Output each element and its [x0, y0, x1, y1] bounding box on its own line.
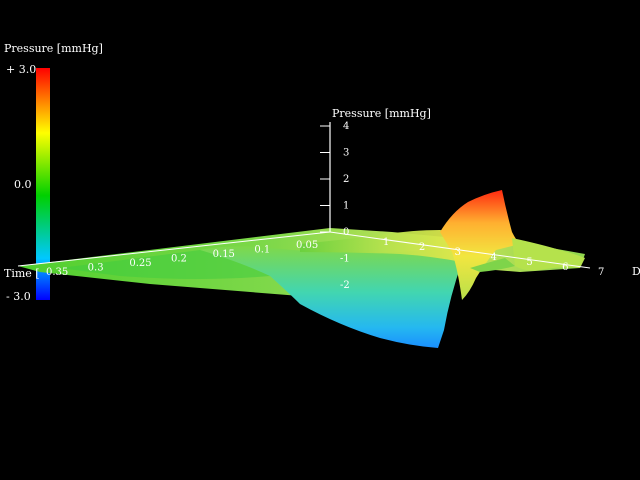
surface-trough [200, 246, 470, 348]
z-axis-tick-label: 0 [343, 227, 349, 238]
time-axis-tick-label: 0.15 [213, 249, 235, 260]
z-axis-tick-label: 1 [343, 201, 349, 212]
distance-axis-tick-label: 5 [526, 257, 532, 268]
time-axis-tick-label: 0.1 [254, 245, 270, 256]
time-axis-tick-label: 0.05 [296, 240, 318, 251]
distance-axis-tick-label: 2 [419, 242, 425, 253]
distance-axis-tick-label: 4 [491, 252, 497, 263]
z-axis-tick-label: -2 [340, 280, 350, 291]
z-tick-marks [320, 125, 330, 233]
distance-axis-tick-label: 6 [562, 262, 568, 273]
time-axis-tick-label: 0.25 [129, 258, 151, 269]
colorbar-max-label: + 3.0 [6, 63, 36, 76]
z-axis-tick-label: 2 [343, 174, 349, 185]
colorbar-title: Pressure [mmHg] [4, 42, 103, 55]
time-axis-tick-label: 0.3 [88, 263, 104, 274]
distance-axis-tick-label: 1 [383, 237, 389, 248]
distance-axis-tick-label: 3 [455, 247, 461, 258]
z-axis-tick-label: 3 [343, 148, 349, 159]
z-axis-tick-label: -1 [340, 254, 350, 265]
colorbar-mid-label: 0.0 [14, 178, 32, 191]
surface-plot: Pressure [mmHg] + 3.0 0.0 - 3.0 4 3 2 1 0 -1 -… [4, 42, 640, 348]
z-axis-tick-label: 4 [343, 121, 349, 132]
time-axis-tick-label: 0.35 [46, 267, 68, 278]
distance-axis-label: D [632, 265, 640, 278]
time-axis-label: Time [ [4, 267, 40, 280]
colorbar-min-label: - 3.0 [6, 290, 31, 303]
distance-axis-tick-label: 7 [598, 267, 604, 278]
time-axis-tick-label: 0.2 [171, 254, 187, 265]
z-axis-label: Pressure [mmHg] [332, 107, 431, 120]
